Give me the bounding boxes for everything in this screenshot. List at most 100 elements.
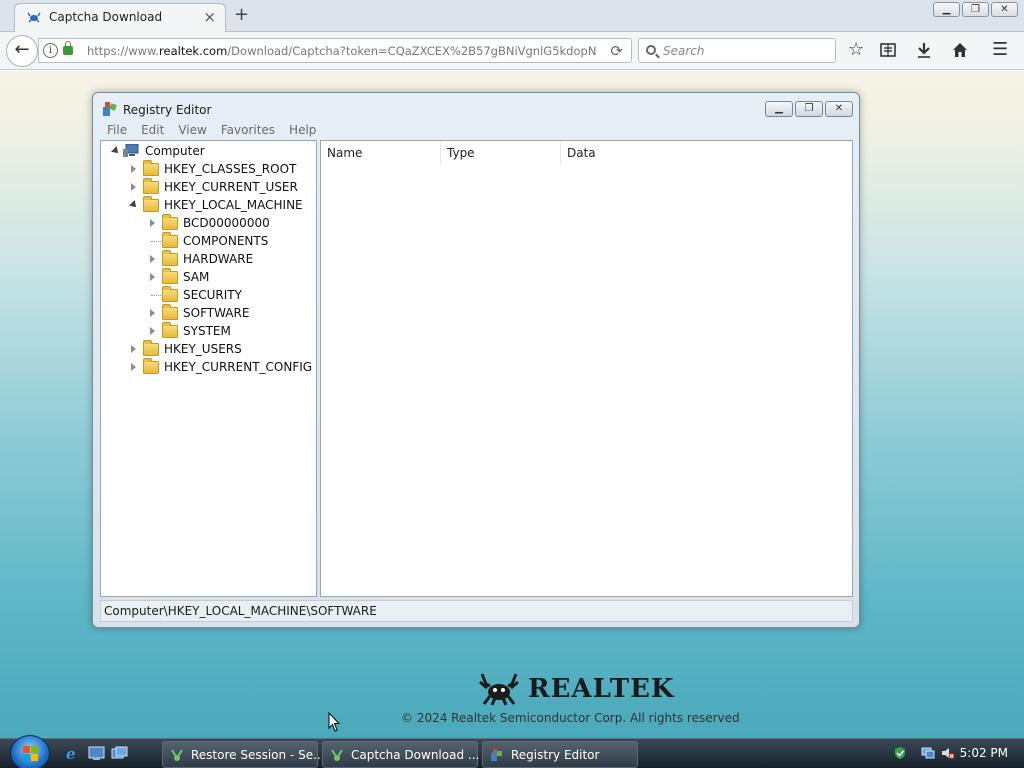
- folder-icon: [162, 286, 178, 302]
- tree-node-sam[interactable]: SAM: [101, 268, 316, 287]
- regedit-minimize-button[interactable]: ▁: [765, 101, 793, 117]
- registry-tree-pane[interactable]: Computer HKEY_CLASSES_ROOT HKEY_CURRENT_…: [100, 140, 317, 597]
- tree-label: HKEY_USERS: [164, 342, 242, 356]
- menu-view[interactable]: View: [171, 122, 213, 138]
- reload-icon[interactable]: ⟳: [610, 42, 623, 60]
- tree-label: HKEY_LOCAL_MACHINE: [164, 198, 303, 212]
- lock-icon[interactable]: [63, 41, 73, 55]
- windows-taskbar: e Restore Session - Se... Captcha Downlo…: [0, 735, 1024, 768]
- tree-label: SOFTWARE: [183, 306, 250, 320]
- expand-arrow-icon[interactable]: [131, 345, 136, 353]
- reading-list-icon[interactable]: [880, 42, 896, 58]
- tree-node-hkey-users[interactable]: HKEY_USERS: [101, 340, 316, 359]
- folder-icon: [162, 322, 178, 338]
- expand-arrow-icon[interactable]: [150, 327, 155, 335]
- registry-editor-window[interactable]: Registry Editor ▁ ❐ ✕ File Edit View Fav…: [92, 92, 860, 628]
- close-button[interactable]: ✕: [991, 2, 1018, 17]
- volume-muted-icon[interactable]: [941, 746, 955, 760]
- back-button[interactable]: ←: [6, 35, 38, 67]
- tree-node-hkey-current-user[interactable]: HKEY_CURRENT_USER: [101, 178, 316, 197]
- switch-windows-icon[interactable]: [111, 746, 128, 761]
- expand-arrow-icon[interactable]: [150, 219, 155, 227]
- menu-edit[interactable]: Edit: [134, 122, 171, 138]
- taskbar-item-registry-editor[interactable]: Registry Editor: [482, 741, 638, 768]
- column-header-name[interactable]: Name: [321, 141, 441, 165]
- regedit-maximize-button[interactable]: ❐: [795, 101, 823, 117]
- tree-node-computer[interactable]: Computer: [101, 143, 316, 161]
- menu-favorites[interactable]: Favorites: [214, 122, 282, 138]
- tree-label: HARDWARE: [183, 252, 254, 266]
- home-icon[interactable]: [952, 42, 968, 58]
- tree-node-bcd00000000[interactable]: BCD00000000: [101, 214, 316, 233]
- task-label: Registry Editor: [511, 748, 600, 762]
- search-input[interactable]: [663, 42, 828, 60]
- tree-node-software[interactable]: SOFTWARE: [101, 304, 316, 323]
- folder-icon: [162, 268, 178, 284]
- search-box[interactable]: [638, 38, 836, 63]
- tree-node-hkey-local-machine[interactable]: HKEY_LOCAL_MACHINE: [101, 196, 316, 215]
- menu-help[interactable]: Help: [282, 122, 323, 138]
- expand-arrow-icon[interactable]: [131, 183, 136, 191]
- folder-open-icon: [143, 196, 159, 212]
- tab-title: Captcha Download: [49, 10, 163, 24]
- tree-node-components[interactable]: COMPONENTS: [101, 232, 316, 251]
- tree-node-system[interactable]: SYSTEM: [101, 322, 316, 341]
- tree-connector: [151, 295, 161, 296]
- hamburger-menu-icon[interactable]: ☰: [992, 40, 1008, 60]
- download-icon[interactable]: [916, 42, 932, 58]
- column-header-type[interactable]: Type: [441, 141, 561, 165]
- tree-label: SECURITY: [183, 288, 242, 302]
- new-tab-icon[interactable]: +: [234, 4, 249, 25]
- security-shield-icon[interactable]: [893, 746, 907, 760]
- url-path: /Download/Captcha?token=CQaZXCEX%2B57gBN…: [227, 44, 597, 58]
- regedit-close-button[interactable]: ✕: [825, 101, 853, 117]
- tab-captcha-download[interactable]: Captcha Download ×: [14, 3, 226, 32]
- tree-label: HKEY_CURRENT_CONFIG: [164, 360, 313, 374]
- folder-icon: [162, 232, 178, 248]
- minimize-button[interactable]: ▁: [933, 2, 960, 17]
- taskbar-item-restore-session[interactable]: Restore Session - Se...: [162, 741, 325, 768]
- tree-node-security[interactable]: SECURITY: [101, 286, 316, 305]
- tree-node-hkey-current-config[interactable]: HKEY_CURRENT_CONFIG: [101, 358, 316, 377]
- expand-arrow-icon[interactable]: [131, 363, 136, 371]
- url-bar[interactable]: i https://www.realtek.com/Download/Captc…: [38, 38, 632, 63]
- task-label: Captcha Download ...: [351, 748, 480, 762]
- expand-arrow-icon[interactable]: [111, 146, 121, 156]
- taskbar-clock[interactable]: 5:02 PM: [960, 746, 1008, 760]
- registry-values-pane[interactable]: Name Type Data: [320, 140, 853, 597]
- folder-icon: [162, 304, 178, 320]
- folder-icon: [162, 250, 178, 266]
- info-icon[interactable]: i: [43, 43, 58, 58]
- restore-button[interactable]: ❐: [962, 2, 989, 17]
- expand-arrow-icon[interactable]: [150, 255, 155, 263]
- tree-label: Computer: [145, 144, 205, 158]
- registry-editor-icon: [491, 749, 502, 761]
- collapse-arrow-icon[interactable]: [129, 200, 139, 210]
- expand-arrow-icon[interactable]: [150, 309, 155, 317]
- realtek-brand-name: REALTEK: [528, 674, 675, 704]
- menu-file[interactable]: File: [100, 122, 134, 138]
- column-header-data[interactable]: Data: [561, 141, 852, 165]
- show-desktop-icon[interactable]: [88, 746, 105, 761]
- tree-node-hardware[interactable]: HARDWARE: [101, 250, 316, 269]
- url-text[interactable]: https://www.realtek.com/Download/Captcha…: [87, 44, 597, 58]
- regedit-menu-bar: File Edit View Favorites Help: [100, 122, 323, 138]
- close-tab-icon[interactable]: ×: [203, 8, 216, 26]
- taskbar-item-captcha-download[interactable]: Captcha Download ...: [322, 741, 480, 768]
- tree-label: BCD00000000: [183, 216, 270, 230]
- bookmark-star-icon[interactable]: ☆: [848, 40, 864, 60]
- expand-arrow-icon[interactable]: [131, 165, 136, 173]
- registry-editor-icon: [103, 102, 117, 116]
- tree-node-hkey-classes-root[interactable]: HKEY_CLASSES_ROOT: [101, 160, 316, 179]
- internet-explorer-icon[interactable]: e: [64, 746, 81, 761]
- realtek-crab-icon: [27, 12, 41, 23]
- regedit-window-controls: ▁ ❐ ✕: [765, 101, 853, 117]
- realtek-crab-icon: [171, 749, 183, 761]
- network-icon[interactable]: [921, 746, 935, 760]
- tree-label: SAM: [183, 270, 210, 284]
- expand-arrow-icon[interactable]: [150, 273, 155, 281]
- folder-icon: [143, 358, 159, 374]
- start-button[interactable]: [10, 735, 50, 768]
- realtek-crab-icon: [331, 749, 343, 761]
- status-path: Computer\HKEY_LOCAL_MACHINE\SOFTWARE: [104, 604, 377, 618]
